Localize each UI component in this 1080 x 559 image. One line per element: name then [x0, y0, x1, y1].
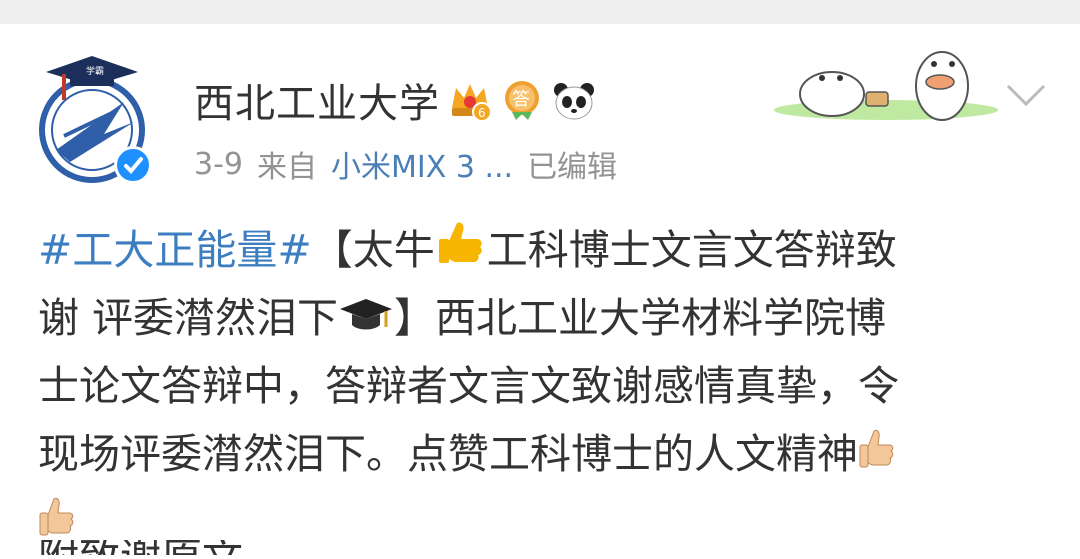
post-text-segment: 工科博士文言文答辩致 [486, 226, 897, 274]
post-text-cut: 附致谢原文 [38, 540, 338, 555]
post-meta: 3-9 来自 小米MIX 3 ... 已编辑 [194, 142, 617, 186]
post-text-segment: 谢 评委潸然泪下 [38, 294, 339, 342]
post-date: 3-9 [194, 146, 243, 182]
crown-badge-icon[interactable]: 6 [448, 78, 492, 122]
post-text-segment: 】西北工业大学材料学院博 [394, 294, 887, 342]
svg-text:学霸: 学霸 [86, 65, 104, 77]
top-strip [0, 0, 1080, 24]
edited-label[interactable]: 已编辑 [527, 142, 617, 186]
post-line-4: 现场评委潸然泪下。点赞工科博士的人文精神 [38, 420, 1048, 488]
post-text: #工大正能量#【太牛 工科博士文言文答辩致 谢 评委潸然泪下 】西北工业大学材料学院… [38, 216, 1048, 556]
post-line-6-partial: 附致谢原文 [38, 540, 338, 555]
chevron-down-icon[interactable] [1004, 80, 1048, 110]
source-prefix: 来自 [257, 150, 317, 185]
topic-link[interactable]: #工大正能量# [38, 226, 312, 274]
panda-icon[interactable] [552, 78, 596, 122]
device-link[interactable]: 小米MIX 3 ... [331, 142, 513, 186]
answer-badge-label: 答 [512, 89, 530, 110]
post-text-segment: 现场评委潸然泪下。点赞工科博士的人文精神 [38, 430, 858, 478]
post-line-3: 士论文答辩中，答辩者文言文致谢感情真挚，令 [38, 362, 899, 410]
username[interactable]: 西北工业大学 [194, 71, 440, 129]
graduation-cap-icon [338, 287, 394, 355]
post-line-1: #工大正能量#【太牛 工科博士文言文答辩致 [38, 216, 1048, 284]
post-line-2: 谢 评委潸然泪下 】西北工业大学材料学院博 [38, 284, 1048, 352]
answer-badge-icon[interactable]: 答 [500, 78, 544, 122]
author-row: 西北工业大学 6 答 [194, 72, 596, 128]
crown-level: 6 [478, 106, 486, 120]
verified-icon [114, 146, 152, 184]
card-decoration [770, 34, 1002, 134]
post-text-segment: 【太牛 [311, 226, 435, 274]
thumbs-up-icon [858, 423, 896, 491]
thumbs-up-icon [435, 217, 487, 289]
